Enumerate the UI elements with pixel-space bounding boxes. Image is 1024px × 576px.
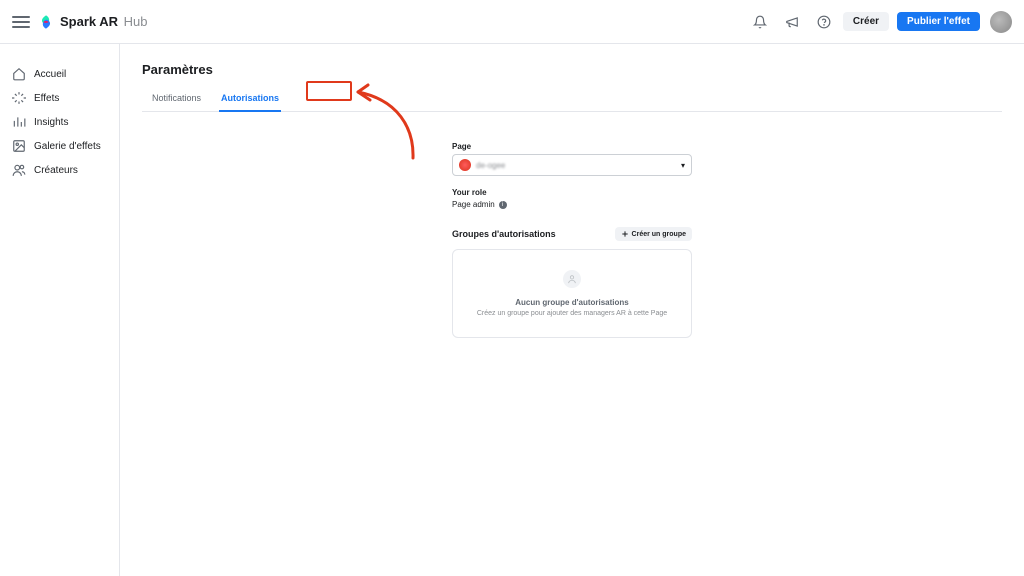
plus-icon — [621, 230, 629, 238]
users-icon — [12, 163, 26, 177]
sidebar-item-label: Galerie d'effets — [34, 141, 101, 152]
empty-state-title: Aucun groupe d'autorisations — [515, 298, 628, 307]
notifications-icon[interactable] — [749, 11, 771, 33]
sidebar-item-label: Insights — [34, 117, 68, 128]
page-avatar-icon — [459, 159, 471, 171]
megaphone-icon[interactable] — [781, 11, 803, 33]
tab-authorizations[interactable]: Autorisations — [211, 87, 289, 111]
page-field-label: Page — [452, 142, 692, 151]
page-select[interactable]: de-ogee ▾ — [452, 154, 692, 176]
app-logo[interactable]: Spark AR Hub — [38, 14, 148, 30]
main-content: Paramètres Notifications Autorisations P… — [120, 44, 1024, 576]
empty-groups-card: Aucun groupe d'autorisations Créez un gr… — [452, 249, 692, 338]
create-group-label: Créer un groupe — [632, 231, 686, 238]
sidebar-item-effects[interactable]: Effets — [0, 86, 119, 110]
image-icon — [12, 139, 26, 153]
spark-ar-logo-icon — [38, 14, 54, 30]
app-suffix: Hub — [124, 14, 148, 29]
sidebar-item-insights[interactable]: Insights — [0, 110, 119, 134]
help-icon[interactable] — [813, 11, 835, 33]
tab-notifications[interactable]: Notifications — [142, 87, 211, 111]
role-label: Your role — [452, 188, 692, 197]
sidebar-item-label: Effets — [34, 93, 59, 104]
sidebar-item-creators[interactable]: Créateurs — [0, 158, 119, 182]
top-bar: Spark AR Hub Créer Publier l'effet — [0, 0, 1024, 44]
hamburger-menu-button[interactable] — [12, 13, 30, 31]
home-icon — [12, 67, 26, 81]
role-value-text: Page admin — [452, 200, 495, 209]
left-sidebar: Accueil Effets Insights Galerie d'effets… — [0, 44, 120, 576]
empty-users-icon — [563, 270, 581, 288]
role-value: Page admin i — [452, 200, 692, 209]
create-button[interactable]: Créer — [843, 12, 889, 31]
sidebar-item-home[interactable]: Accueil — [0, 62, 119, 86]
empty-state-subtitle: Créez un groupe pour ajouter des manager… — [477, 310, 667, 317]
permissions-panel: Page de-ogee ▾ Your role Page admin i Gr… — [452, 142, 692, 338]
chevron-down-icon: ▾ — [681, 161, 685, 170]
page-select-value: de-ogee — [476, 161, 505, 170]
create-group-button[interactable]: Créer un groupe — [615, 227, 692, 241]
page-title: Paramètres — [142, 62, 1002, 77]
sparkle-icon — [12, 91, 26, 105]
settings-tabs: Notifications Autorisations — [142, 87, 1002, 112]
sidebar-item-gallery[interactable]: Galerie d'effets — [0, 134, 119, 158]
sidebar-item-label: Accueil — [34, 69, 66, 80]
bar-chart-icon — [12, 115, 26, 129]
sidebar-item-label: Créateurs — [34, 165, 78, 176]
user-avatar[interactable] — [990, 11, 1012, 33]
publish-effect-button[interactable]: Publier l'effet — [897, 12, 980, 31]
groups-title: Groupes d'autorisations — [452, 229, 556, 239]
app-name: Spark AR — [60, 14, 118, 29]
info-icon[interactable]: i — [499, 201, 507, 209]
